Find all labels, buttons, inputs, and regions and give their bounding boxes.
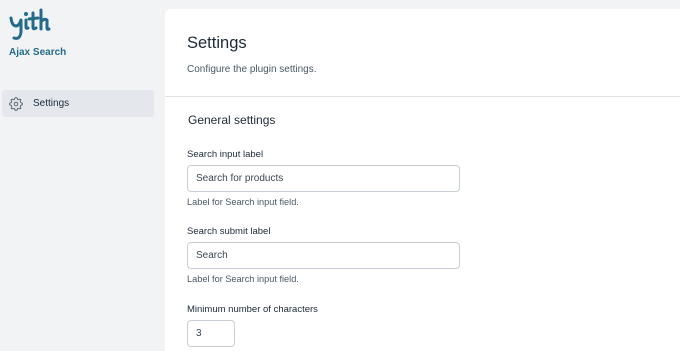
search-submit-label-field[interactable] [187,242,460,269]
plugin-name: Ajax Search [9,47,67,58]
yith-logo [8,4,68,44]
page-title: Settings [187,34,247,52]
min-characters-field[interactable] [187,320,235,347]
settings-panel: Settings Configure the plugin settings. … [165,9,680,351]
search-input-label-field[interactable] [187,165,460,192]
search-submit-label-label: Search submit label [187,226,271,237]
sidebar: Ajax Search Settings [0,0,160,351]
page-subtitle: Configure the plugin settings. [187,64,317,75]
sidebar-item-label: Settings [33,98,70,109]
min-characters-label: Minimum number of characters [187,304,318,315]
search-input-label-label: Search input label [187,149,264,160]
gear-icon [9,96,23,111]
section-title: General settings [188,113,276,127]
search-input-label-help: Label for Search input field. [187,197,299,207]
sidebar-item-settings[interactable]: Settings [2,90,154,117]
search-submit-label-help: Label for Search input field. [187,274,299,284]
panel-header [165,9,680,97]
